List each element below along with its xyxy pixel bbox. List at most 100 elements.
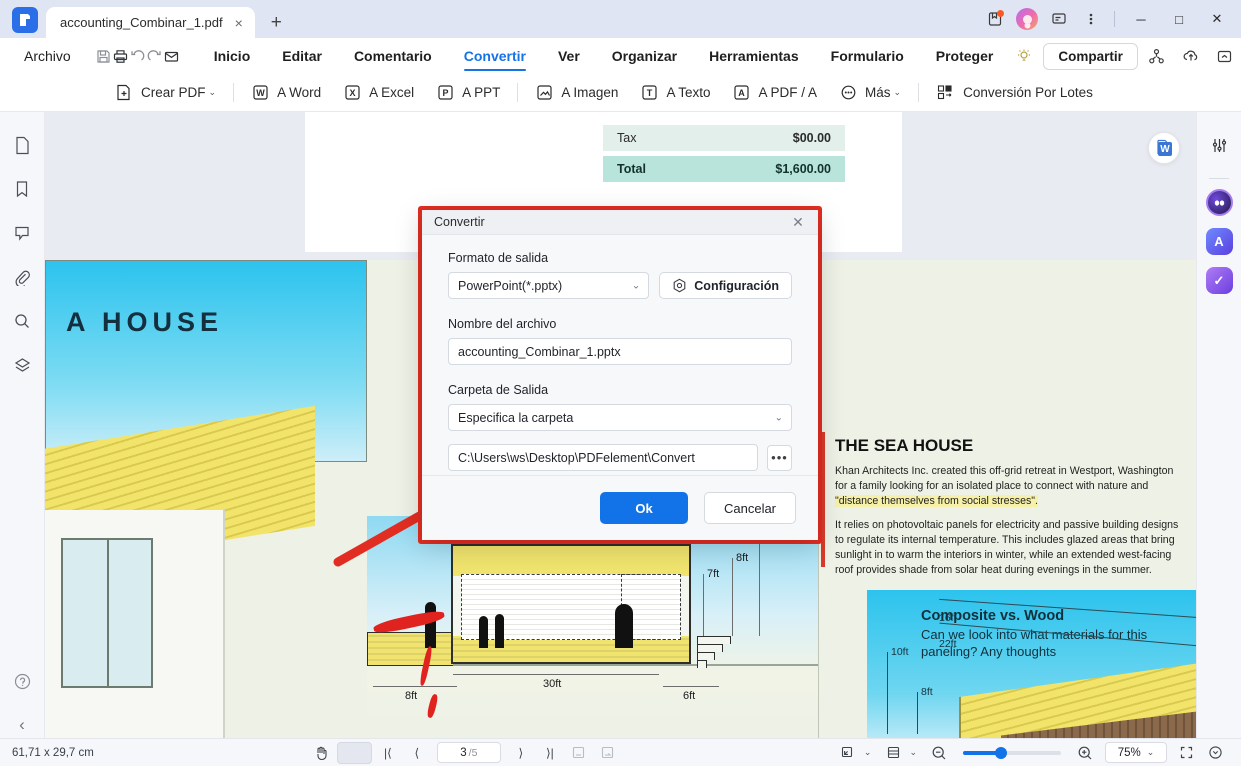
comment-icon[interactable] — [5, 216, 39, 250]
help-icon[interactable] — [5, 664, 39, 698]
ok-button[interactable]: Ok — [600, 492, 688, 525]
tab-ver[interactable]: Ver — [542, 38, 596, 74]
ribbon-conversion-por-lotes[interactable]: Conversión Por Lotes — [925, 77, 1104, 109]
browse-folder-button[interactable]: ••• — [767, 444, 792, 471]
minimize-button[interactable]: ─ — [1123, 6, 1159, 32]
ai-assistant-icon[interactable] — [1205, 189, 1233, 216]
ribbon-a-word[interactable]: W A Word — [240, 77, 332, 109]
close-window-button[interactable]: ✕ — [1199, 6, 1235, 32]
attachment-icon[interactable] — [5, 260, 39, 294]
bookmark-notify-icon[interactable] — [980, 6, 1010, 32]
tab-comentario[interactable]: Comentario — [338, 38, 448, 74]
cancel-button[interactable]: Cancelar — [704, 492, 796, 525]
hand-tool-icon[interactable] — [308, 742, 334, 764]
view-mode-caret[interactable]: ⌄ — [864, 747, 872, 758]
dialog-close-icon[interactable]: ✕ — [786, 211, 810, 233]
chevron-down-icon-folder: ⌄ — [774, 412, 783, 424]
email-icon[interactable] — [163, 43, 180, 69]
continuous-scroll-icon[interactable] — [595, 742, 621, 764]
convert-to-word-badge[interactable]: W — [1148, 132, 1180, 164]
figure-adult — [425, 602, 436, 648]
share-network-icon[interactable] — [1142, 43, 1172, 69]
dim-16ft-label: 16ft — [939, 612, 957, 624]
zoom-slider[interactable] — [962, 746, 1061, 759]
dim-8ft-line — [732, 558, 733, 636]
ai-proofread-icon[interactable]: ✓ — [1205, 267, 1233, 294]
print-icon[interactable] — [112, 43, 129, 69]
output-format-select[interactable]: PowerPoint(*.pptx) ⌄ — [448, 272, 650, 300]
fit-page-icon[interactable] — [566, 742, 592, 764]
tab-proteger[interactable]: Proteger — [920, 38, 1010, 74]
select-tool-icon[interactable] — [336, 741, 372, 764]
ribbon-a-ppt[interactable]: P A PPT — [425, 77, 511, 109]
maximize-button[interactable]: □ — [1161, 6, 1197, 32]
account-avatar[interactable] — [1012, 6, 1042, 32]
undo-icon[interactable] — [129, 43, 146, 69]
more-view-icon[interactable] — [1203, 742, 1229, 764]
folder-path-row: C:\Users\ws\Desktop\PDFelement\Convert •… — [448, 444, 792, 472]
layers-icon[interactable] — [5, 348, 39, 382]
view-mode-icon[interactable] — [835, 742, 861, 764]
share-button[interactable]: Compartir — [1043, 42, 1138, 70]
sea-house-paragraph-2: It relies on photovoltaic panels for ele… — [835, 519, 1179, 577]
redo-icon[interactable] — [146, 43, 163, 69]
fullscreen-icon[interactable] — [1174, 742, 1200, 764]
tab-convertir[interactable]: Convertir — [448, 38, 542, 74]
chevron-down-icon-2: ⌄ — [893, 87, 902, 97]
ribbon-mas[interactable]: Más ⌄ — [828, 77, 912, 109]
zoom-out-button[interactable] — [926, 742, 952, 764]
left-platform — [367, 632, 453, 666]
new-tab-icon[interactable]: + — [271, 12, 282, 34]
tip-bulb-icon[interactable] — [1009, 43, 1039, 69]
ribbon-mas-label: Más — [865, 85, 891, 100]
next-page-button[interactable]: ⟩ — [508, 742, 534, 764]
ribbon-a-excel[interactable]: X A Excel — [332, 77, 425, 109]
collapse-sidebar-icon[interactable]: ‹ — [5, 708, 39, 742]
folder-mode-select[interactable]: Especifica la carpeta ⌄ — [448, 404, 792, 432]
configuracion-button[interactable]: Configuración — [659, 272, 792, 300]
tab-formulario[interactable]: Formulario — [815, 38, 920, 74]
ribbon-a-texto[interactable]: T A Texto — [629, 77, 721, 109]
sliders-settings-icon[interactable] — [1202, 128, 1236, 162]
save-icon[interactable] — [95, 43, 112, 69]
page-thumbnail-icon[interactable] — [5, 128, 39, 162]
close-tab-icon[interactable]: × — [231, 15, 247, 31]
cloud-upload-icon[interactable] — [1176, 43, 1206, 69]
page-number-input[interactable]: 3 /5 — [436, 742, 501, 763]
tab-editar[interactable]: Editar — [266, 38, 338, 74]
feedback-icon[interactable] — [1044, 6, 1074, 32]
ribbon-a-word-label: A Word — [277, 85, 322, 100]
ribbon-a-pdfa[interactable]: A A PDF / A — [721, 77, 828, 109]
filename-input[interactable]: accounting_Combinar_1.pptx — [448, 338, 792, 366]
ribbon-a-ppt-label: A PPT — [462, 85, 501, 100]
right-text-page: THE SEA HOUSE Khan Architects Inc. creat… — [821, 260, 1196, 738]
more-options-icon[interactable] — [1076, 6, 1106, 32]
menu-archivo[interactable]: Archivo — [12, 48, 83, 64]
dim-10ft-r-line — [887, 652, 888, 734]
tab-inicio[interactable]: Inicio — [198, 38, 267, 74]
page-layout-caret[interactable]: ⌄ — [909, 747, 917, 758]
convert-dialog[interactable]: Convertir ✕ Formato de salida PowerPoint… — [422, 210, 818, 540]
invoice-row-tax: Tax $00.00 — [603, 125, 845, 151]
ribbon-a-imagen[interactable]: A Imagen — [524, 77, 629, 109]
zoom-slider-knob[interactable] — [994, 746, 1007, 759]
bookmark-icon[interactable] — [5, 172, 39, 206]
collapse-ribbon-icon[interactable] — [1210, 43, 1240, 69]
ribbon-crear-pdf[interactable]: Crear PDF ⌄ — [104, 77, 227, 109]
tab-organizar[interactable]: Organizar — [596, 38, 693, 74]
search-icon[interactable] — [5, 304, 39, 338]
zoom-level-select[interactable]: 75% ⌄ — [1104, 742, 1167, 763]
status-bar: 61,71 x 29,7 cm |⟨ ⟨ 3 /5 ⟩ ⟩| ⌄ ⌄ 75% ⌄ — [0, 738, 1241, 766]
first-page-button[interactable]: |⟨ — [375, 742, 401, 764]
prev-page-button[interactable]: ⟨ — [404, 742, 430, 764]
output-format-value: PowerPoint(*.pptx) — [458, 278, 563, 293]
page-layout-icon[interactable] — [880, 742, 906, 764]
folder-path-input[interactable]: C:\Users\ws\Desktop\PDFelement\Convert — [448, 444, 758, 472]
zoom-in-button[interactable] — [1072, 742, 1098, 764]
ribbon-divider-3 — [918, 83, 920, 102]
tab-herramientas[interactable]: Herramientas — [693, 38, 815, 74]
document-tab[interactable]: accounting_Combinar_1.pdf × — [46, 7, 255, 38]
pdfelement-window: accounting_Combinar_1.pdf × + ─ □ ✕ Arch… — [0, 0, 1241, 766]
ai-translate-icon[interactable]: A — [1205, 228, 1233, 255]
last-page-button[interactable]: ⟩| — [537, 742, 563, 764]
